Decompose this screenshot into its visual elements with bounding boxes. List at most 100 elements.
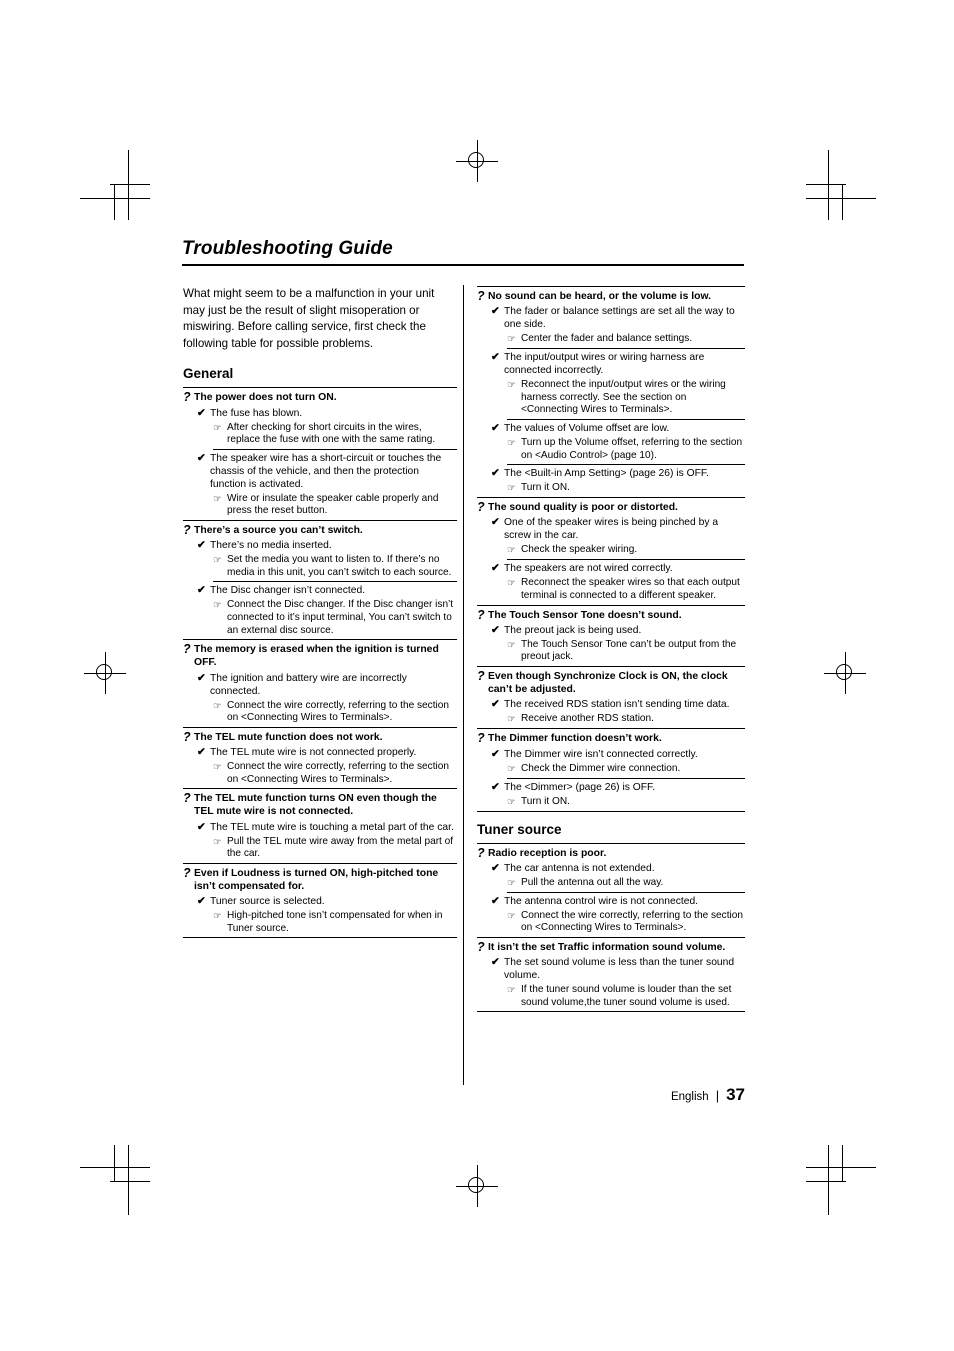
entry-question: ? The TEL mute function does not work. <box>183 729 457 744</box>
solution-line: ☞ Turn up the Volume offset, referring to… <box>507 436 745 466</box>
cause-text: The TEL mute wire is touching a metal pa… <box>210 821 454 833</box>
cause-text: The received RDS station isn’t sending t… <box>504 699 730 711</box>
troubleshooting-entry: ? The memory is erased when the ignition … <box>183 639 457 725</box>
cause-text: The fuse has blown. <box>210 407 303 419</box>
cause-text: The car antenna is not extended. <box>504 862 655 874</box>
cause-text: The input/output wires or wiring harness… <box>504 352 705 377</box>
entry-question: ? The memory is erased when the ignition … <box>183 643 457 669</box>
solution-line: ☞ Pull the TEL mute wire away from the me… <box>213 836 457 861</box>
section-heading-general: General <box>183 366 234 382</box>
cause-line: ✔ The TEL mute wire is not connected prop… <box>197 746 457 760</box>
cause-line: ✔ The Dimmer wire isn’t connected correct… <box>491 748 745 762</box>
cause-line: ✔ The set sound volume is less than the t… <box>491 956 745 983</box>
entry-question: ? Even if Loudness is turned ON, high-pit… <box>183 865 457 893</box>
solution-line: ☞ Receive another RDS station. <box>507 713 745 726</box>
cause-line: ✔ The speakers are not wired correctly. <box>491 562 745 576</box>
question-text: Even though Synchronize Clock is ON, the… <box>488 670 728 696</box>
entry-question: ? There’s a source you can’t switch. <box>183 523 457 537</box>
left-entry-list: ? The power does not turn ON. ✔ The fuse ha… <box>183 387 457 939</box>
footer-language: English <box>670 1091 709 1103</box>
cause-line: ✔ Tuner source is selected. <box>197 895 457 909</box>
check-icon: ✔ <box>491 623 500 636</box>
pointing-hand-icon: ☞ <box>507 714 516 726</box>
question-mark-icon: ? <box>477 500 485 515</box>
solution-text: Connect the wire correctly, referring to… <box>227 699 449 724</box>
page-canvas: Troubleshooting Guide What might seem to… <box>0 0 954 1351</box>
troubleshooting-entry: ? The power does not turn ON. ✔ The fuse ha… <box>183 387 457 518</box>
troubleshooting-entry: ? There’s a source you can’t switch. ✔ Ther… <box>183 519 457 637</box>
cause-text: The Disc changer isn’t connected. <box>210 585 366 597</box>
entry-question: ? The TEL mute function turns ON even tho… <box>183 792 457 818</box>
solution-line: ☞ Check the speaker wiring. <box>507 544 745 561</box>
question-mark-icon: ? <box>477 845 485 860</box>
solution-line: ☞ Center the fader and balance settings. <box>507 333 745 350</box>
check-icon: ✔ <box>197 895 206 908</box>
solution-text: If the tuner sound volume is louder than… <box>521 984 732 1008</box>
right-entry-list-top: ? No sound can be heard, or the volume is… <box>477 286 745 812</box>
solution-text: Check the speaker wiring. <box>521 544 638 556</box>
check-icon: ✔ <box>491 516 500 529</box>
crop-mark-bottom-right <box>806 1145 876 1215</box>
question-mark-icon: ? <box>183 865 191 880</box>
check-icon: ✔ <box>197 745 206 758</box>
cause-line: ✔ The values of Volume offset are low. <box>491 422 745 436</box>
cause-text: The fader or balance settings are set al… <box>504 306 735 331</box>
solution-text: Receive another RDS station. <box>521 713 654 725</box>
cause-text: The preout jack is being used. <box>504 624 642 636</box>
troubleshooting-entry: ? No sound can be heard, or the volume is… <box>477 286 745 495</box>
cause-text: The values of Volume offset are low. <box>504 422 670 434</box>
solution-text: Turn it ON. <box>521 482 570 494</box>
troubleshooting-entry: ? Even if Loudness is turned ON, high-pit… <box>183 862 457 936</box>
page-footer: English | 37 <box>480 1085 745 1105</box>
left-column: What might seem to be a malfunction in y… <box>183 286 457 939</box>
check-icon: ✔ <box>197 406 206 419</box>
check-icon: ✔ <box>197 820 206 833</box>
page-title: Troubleshooting Guide <box>182 238 393 259</box>
question-text: The TEL mute function turns ON even thou… <box>194 793 437 818</box>
pointing-hand-icon: ☞ <box>507 578 516 590</box>
cause-line: ✔ The input/output wires or wiring harnes… <box>491 351 745 378</box>
cause-text: The <Dimmer> (page 26) is OFF. <box>504 781 656 793</box>
check-icon: ✔ <box>491 698 500 711</box>
registration-mark-top <box>456 140 498 182</box>
crop-mark-top-right <box>806 150 876 220</box>
pointing-hand-icon: ☞ <box>213 422 222 434</box>
troubleshooting-entry: ? Radio reception is poor. ✔ The car antenn… <box>477 842 745 935</box>
question-mark-icon: ? <box>183 729 191 744</box>
solution-text: Connect the wire correctly, referring to… <box>521 909 743 934</box>
question-text: The Touch Sensor Tone doesn’t sound. <box>488 609 682 621</box>
solution-text: Turn up the Volume offset, referring to … <box>521 436 743 461</box>
footer-page-number: 37 <box>726 1085 745 1104</box>
solution-text: The Touch Sensor Tone can’t be output fr… <box>521 638 737 663</box>
solution-text: Set the media you want to listen to. If … <box>227 554 452 578</box>
footer-separator: | <box>715 1088 720 1103</box>
right-entry-list-bottom: ? Radio reception is poor. ✔ The car antenn… <box>477 842 745 1013</box>
check-icon: ✔ <box>491 894 500 907</box>
check-icon: ✔ <box>491 305 500 318</box>
pointing-hand-icon: ☞ <box>213 836 222 848</box>
cause-text: The speakers are not wired correctly. <box>504 563 673 575</box>
pointing-hand-icon: ☞ <box>213 555 222 567</box>
check-icon: ✔ <box>491 421 500 434</box>
pointing-hand-icon: ☞ <box>213 600 222 612</box>
question-text: There’s a source you can’t switch. <box>194 524 363 536</box>
solution-line: ☞ Turn it ON. <box>507 482 745 495</box>
solution-text: High-pitched tone isn’t compensated for … <box>227 910 443 934</box>
entry-question: ? Radio reception is poor. <box>477 845 745 860</box>
solution-line: ☞ Connect the wire correctly, referring t… <box>213 700 457 725</box>
solution-line: ☞ Reconnect the input/output wires or the… <box>507 379 745 420</box>
question-mark-icon: ? <box>183 642 191 657</box>
solution-text: Turn it ON. <box>521 795 570 807</box>
question-mark-icon: ? <box>477 289 485 303</box>
pointing-hand-icon: ☞ <box>507 380 516 392</box>
pointing-hand-icon: ☞ <box>507 796 516 808</box>
troubleshooting-entry: ? The Dimmer function doesn’t work. ✔ The D… <box>477 728 745 808</box>
solution-text: Center the fader and balance settings. <box>521 333 693 345</box>
troubleshooting-entry: ? It isn’t the set Traffic information so… <box>477 936 745 1009</box>
solution-line: ☞ Connect the wire correctly, referring t… <box>507 910 745 935</box>
solution-text: Pull the antenna out all the way. <box>521 876 664 888</box>
solution-line: ☞ The Touch Sensor Tone can’t be output f… <box>507 639 745 664</box>
question-text: The memory is erased when the ignition i… <box>194 644 439 669</box>
question-text: It isn’t the set Traffic information sou… <box>488 941 726 953</box>
pointing-hand-icon: ☞ <box>507 877 516 889</box>
